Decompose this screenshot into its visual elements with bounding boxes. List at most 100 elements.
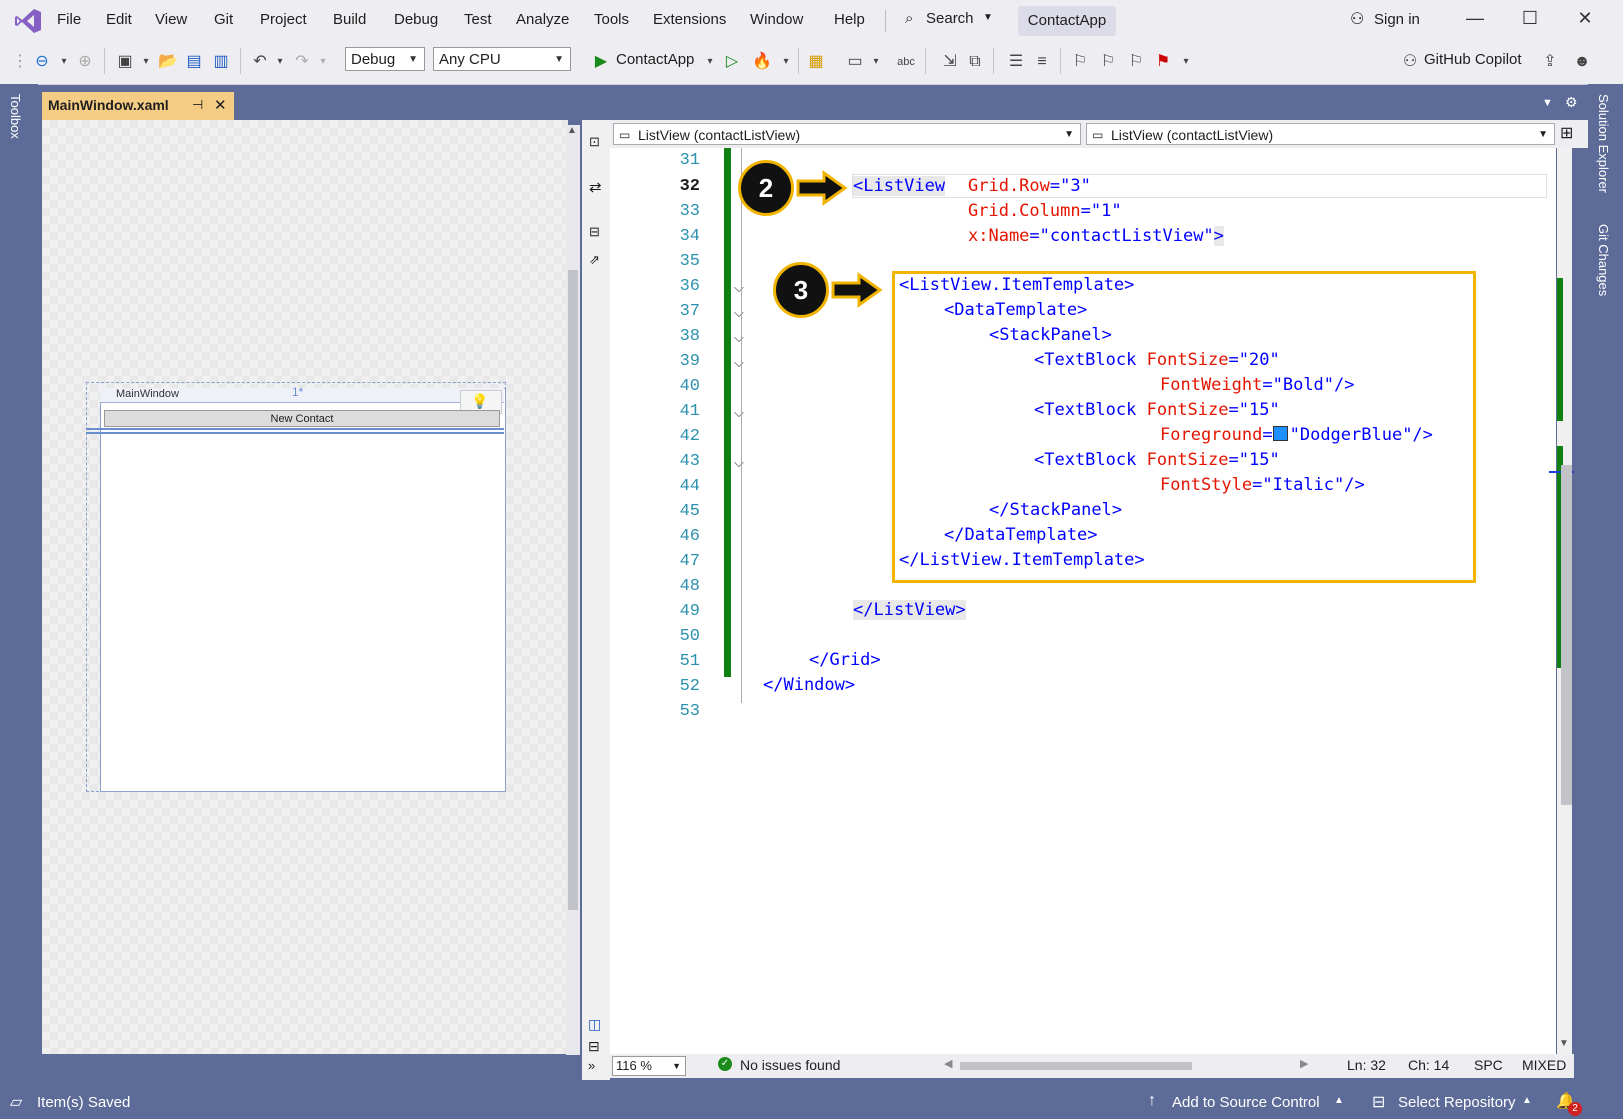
collapse-pane-icon[interactable]: ⊟ [589,224,600,240]
new-project-icon[interactable]: ▣ [115,52,135,72]
lightbulb-icon[interactable]: 💡 [471,393,488,410]
save-icon[interactable]: ▤ [184,52,204,72]
menu-view[interactable]: View [155,11,187,28]
horizontal-split-icon[interactable]: ◫ [588,1016,601,1033]
search-chevron-down-icon[interactable]: ▼ [983,12,993,23]
scroll-down-icon[interactable]: ▼ [1559,1038,1569,1049]
menu-analyze[interactable]: Analyze [516,11,569,28]
toolbar-overflow-icon[interactable]: ▾ [1176,52,1196,72]
menu-file[interactable]: File [57,11,81,28]
menu-git[interactable]: Git [214,11,233,28]
horizontal-scroll-thumb[interactable] [960,1062,1192,1070]
visual-studio-logo-icon[interactable] [14,8,42,34]
add-to-source-control-button[interactable]: Add to Source Control [1172,1094,1320,1111]
menu-window[interactable]: Window [750,11,803,28]
bookmark-icon[interactable]: ⚐ [1070,52,1090,72]
feedback-icon[interactable]: ☻ [1572,52,1592,72]
menu-edit[interactable]: Edit [106,11,132,28]
settings-gear-icon[interactable]: ⚙ [1565,94,1578,111]
fold-chevron-icon[interactable]: ⌵ [734,405,744,421]
designer-scroll-thumb[interactable] [568,270,578,910]
scroll-right-icon[interactable]: ▶ [1300,1057,1308,1070]
copilot-button[interactable]: GitHub Copilot [1424,51,1522,68]
layout-icon[interactable]: ▭ [845,52,865,72]
open-folder-icon[interactable]: 📂 [158,52,178,72]
hot-reload-icon[interactable]: 🔥 [752,52,772,72]
back-icon[interactable]: ⊖ [32,52,52,72]
menu-extensions[interactable]: Extensions [653,11,726,28]
git-changes-tab[interactable]: Git Changes [1596,224,1611,296]
pointer-icon[interactable]: ⇲ [940,52,960,72]
menu-debug[interactable]: Debug [394,11,438,28]
search-icon[interactable]: ⌕ [905,10,913,27]
undo-dropdown-icon[interactable]: ▾ [270,52,290,72]
solution-folder-icon[interactable]: ▦ [806,52,826,72]
menu-test[interactable]: Test [464,11,492,28]
editor-scroll-thumb[interactable] [1561,465,1572,805]
user-icon[interactable]: ⚇ [1350,9,1364,29]
grid-row-size-marker[interactable]: 1* [292,385,303,399]
type-navigation-dropdown[interactable]: ▭ ListView (contactListView) ▼ [613,123,1081,145]
configuration-select[interactable]: Debug ▼ [345,47,425,71]
next-bookmark-icon[interactable]: ⚐ [1126,52,1146,72]
whitespace-mode[interactable]: SPC [1474,1057,1503,1073]
zoom-select[interactable]: 116 % ▼ [612,1056,686,1076]
fold-chevron-icon[interactable]: ⌵ [734,280,744,296]
search-button[interactable]: Search [926,10,974,27]
menu-project[interactable]: Project [260,11,307,28]
design-window-preview[interactable] [100,388,506,792]
scroll-left-icon[interactable]: ◀ [944,1057,952,1070]
save-all-icon[interactable]: ▥ [211,52,231,72]
menu-build[interactable]: Build [333,11,366,28]
line-ending-mode[interactable]: MIXED [1522,1057,1566,1073]
spell-check-icon[interactable]: abc [896,52,916,72]
issues-status[interactable]: No issues found [740,1057,840,1073]
hot-reload-dropdown-icon[interactable]: ▾ [776,52,796,72]
redo-dropdown-icon[interactable]: ▾ [313,52,333,72]
start-icon[interactable]: ▶ [591,52,611,72]
start-target-button[interactable]: ContactApp [616,51,694,68]
chevron-up-icon[interactable]: ▲ [1522,1095,1532,1106]
sign-in-link[interactable]: Sign in [1374,11,1420,28]
menu-help[interactable]: Help [834,11,865,28]
pop-out-icon[interactable]: ⇗ [589,252,600,268]
copy-icon[interactable]: ⧉ [965,52,985,72]
back-dropdown-icon[interactable]: ▾ [54,52,74,72]
design-new-contact-button[interactable]: New Contact [104,410,500,427]
fold-chevron-icon[interactable]: ⌵ [734,305,744,321]
start-without-debugging-icon[interactable]: ▷ [722,52,742,72]
forward-icon[interactable]: ⊕ [75,52,95,72]
new-dropdown-icon[interactable]: ▾ [136,52,156,72]
pin-tab-icon[interactable]: ⊣ [192,97,203,113]
swap-panes-icon[interactable]: ⊡ [589,134,600,150]
share-icon[interactable]: ⇪ [1540,52,1560,72]
fold-chevron-icon[interactable]: ⌵ [734,355,744,371]
member-navigation-dropdown[interactable]: ▭ ListView (contactListView) ▼ [1086,123,1555,145]
clear-bookmarks-icon[interactable]: ⚑ [1153,52,1173,72]
undo-icon[interactable]: ↶ [250,52,270,72]
layout-dropdown-icon[interactable]: ▾ [866,52,886,72]
start-dropdown-icon[interactable]: ▾ [700,52,720,72]
split-editor-icon[interactable]: ⊞ [1560,123,1573,143]
previous-bookmark-icon[interactable]: ⚐ [1098,52,1118,72]
line-position[interactable]: Ln: 32 [1347,1057,1386,1073]
copilot-icon[interactable]: ⚇ [1400,52,1420,72]
minimize-button[interactable]: — [1455,8,1495,34]
vertical-split-icon[interactable]: ⇄ [589,178,602,196]
tab-list-dropdown-icon[interactable]: ▼ [1542,97,1553,109]
fold-chevron-icon[interactable]: ⌵ [734,330,744,346]
column-position[interactable]: Ch: 14 [1408,1057,1449,1073]
document-tab-mainwindow[interactable]: MainWindow.xaml ⊣ ✕ [42,92,234,120]
fold-chevron-icon[interactable]: ⌵ [734,455,744,471]
menu-tools[interactable]: Tools [594,11,629,28]
select-repository-button[interactable]: Select Repository [1398,1094,1516,1111]
expand-pane-icon[interactable]: » [588,1058,595,1073]
comment-icon[interactable]: ☰ [1006,52,1026,72]
platform-select[interactable]: Any CPU ▼ [433,47,571,71]
close-tab-icon[interactable]: ✕ [214,96,227,114]
toolbox-tab[interactable]: Toolbox [8,94,23,139]
chevron-up-icon[interactable]: ▲ [1334,1095,1344,1106]
solution-explorer-tab[interactable]: Solution Explorer [1596,94,1611,193]
scroll-up-icon[interactable]: ▲ [567,125,577,136]
maximize-button[interactable]: ☐ [1510,8,1550,34]
